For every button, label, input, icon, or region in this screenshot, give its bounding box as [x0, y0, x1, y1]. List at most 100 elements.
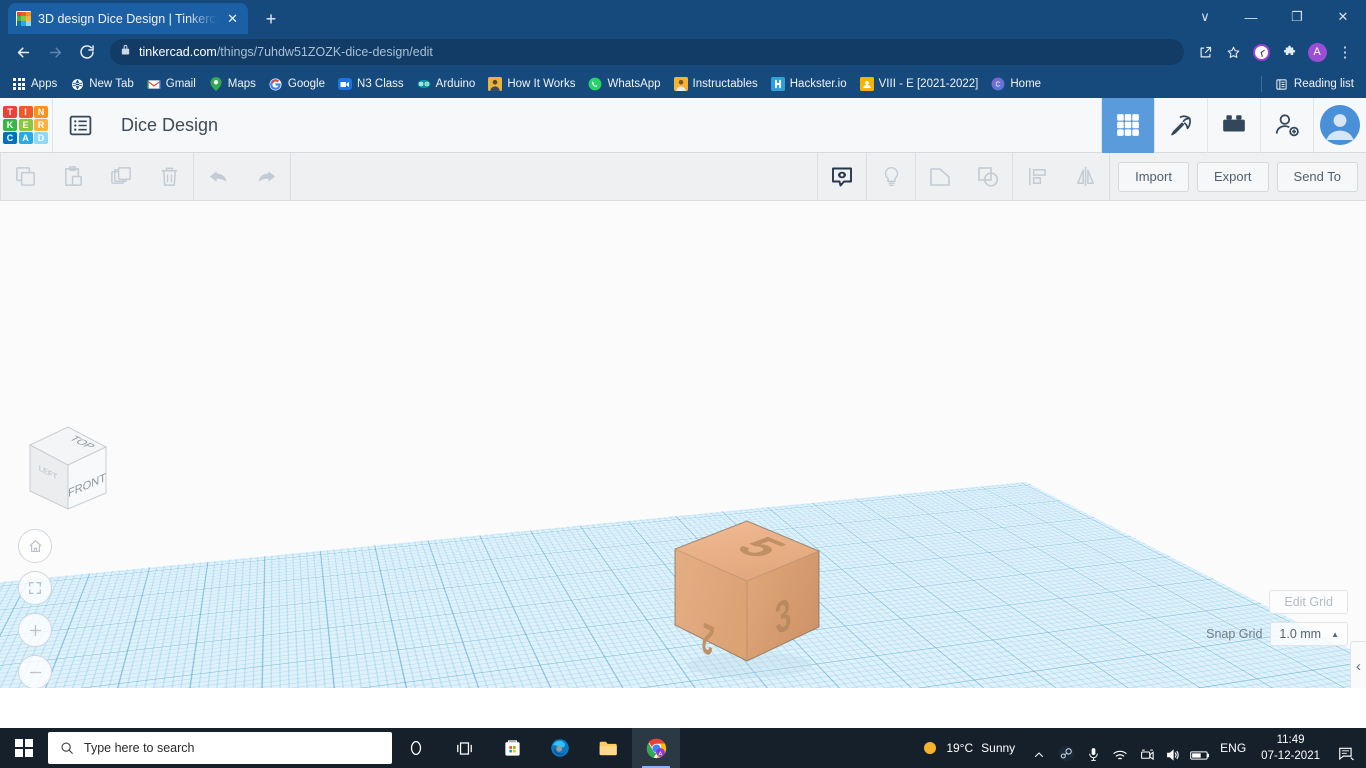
bookmark-hackster[interactable]: Hackster.io [765, 74, 853, 94]
close-icon[interactable]: ✕ [225, 10, 240, 27]
volume-icon[interactable] [1161, 728, 1185, 768]
search-tabs-icon[interactable]: ∨ [1182, 0, 1228, 34]
clock-extension-icon[interactable] [1248, 39, 1274, 65]
weather-widget[interactable]: 19°C Sunny [912, 728, 1025, 768]
import-button[interactable]: Import [1118, 161, 1189, 192]
align-button[interactable] [1013, 153, 1061, 201]
fit-view-button[interactable] [18, 571, 52, 605]
bookmark-how-it-works[interactable]: How It Works [482, 74, 581, 94]
file-explorer-icon[interactable] [584, 728, 632, 768]
task-view-icon[interactable] [440, 728, 488, 768]
cortana-icon[interactable] [392, 728, 440, 768]
url-text: tinkercad.com/things/7uhdw51ZOZK-dice-de… [139, 45, 433, 59]
bookmarks-bar: Apps New Tab Gmail Maps Google N3 Class … [0, 70, 1366, 98]
microphone-icon[interactable] [1081, 728, 1105, 768]
redo-button[interactable] [242, 153, 290, 201]
bookmark-instructables[interactable]: Instructables [668, 74, 764, 94]
bookmark-maps[interactable]: Maps [203, 74, 262, 94]
bookmark-label: Arduino [435, 78, 476, 90]
wifi-icon[interactable] [1107, 728, 1133, 768]
edit-tools-group [1, 153, 193, 201]
back-icon[interactable] [8, 37, 38, 67]
profile-avatar[interactable]: A [1304, 39, 1330, 65]
battery-icon[interactable] [1187, 728, 1213, 768]
mirror-button[interactable] [1061, 153, 1109, 201]
bookmark-label: N3 Class [357, 78, 404, 90]
3d-viewport[interactable]: 5 2 3 TOP FRONT LEFT ‹ Edit Grid Snap Gr… [0, 201, 1366, 688]
camera-icon[interactable] [1135, 728, 1159, 768]
bookmark-apps[interactable]: Apps [6, 74, 63, 94]
bookmark-google[interactable]: Google [263, 74, 331, 94]
bookmark-gmail[interactable]: Gmail [141, 74, 202, 94]
microsoft-store-icon[interactable] [488, 728, 536, 768]
close-window-icon[interactable]: ✕ [1320, 0, 1366, 34]
sidebar-item-minecraft[interactable] [1154, 97, 1207, 153]
microsoft-edge-icon[interactable] [536, 728, 584, 768]
ungroup-button[interactable] [964, 153, 1012, 201]
maximize-icon[interactable]: ❐ [1274, 0, 1320, 34]
bookmark-new-tab[interactable]: New Tab [64, 74, 140, 94]
minimize-icon[interactable]: — [1228, 0, 1274, 34]
show-hidden-icons[interactable] [1027, 728, 1051, 768]
weather-temperature: 19°C [946, 741, 974, 755]
start-button[interactable] [0, 728, 48, 768]
dice-object[interactable]: 5 2 3 [655, 513, 840, 683]
delete-button[interactable] [145, 153, 193, 201]
zoom-out-button[interactable] [18, 655, 52, 688]
clock[interactable]: 11:49 07-12-2021 [1253, 728, 1328, 768]
zoom-in-button[interactable] [18, 613, 52, 647]
search-input[interactable]: Type here to search [48, 732, 392, 764]
avatar-initial: A [1307, 42, 1327, 62]
chrome-menu-icon[interactable]: ⋮ [1332, 39, 1358, 65]
forward-icon[interactable] [40, 37, 70, 67]
reading-list-button[interactable]: Reading list [1269, 74, 1360, 94]
copy-button[interactable] [1, 153, 49, 201]
steam-icon[interactable] [1053, 728, 1079, 768]
home-view-button[interactable] [18, 529, 52, 563]
reload-icon[interactable] [72, 37, 102, 67]
send-to-button[interactable]: Send To [1276, 161, 1358, 192]
edit-grid-button[interactable]: Edit Grid [1269, 590, 1348, 614]
search-placeholder: Type here to search [84, 741, 195, 755]
home-circle-icon: C [991, 77, 1005, 91]
google-chrome-icon[interactable]: A [632, 728, 680, 768]
system-tray: 19°C Sunny ENG 11:49 07-12-2021 [912, 728, 1366, 768]
search-icon [61, 742, 73, 754]
snap-grid-select[interactable]: 1.0 mm ▲ [1270, 622, 1348, 646]
address-bar[interactable]: tinkercad.com/things/7uhdw51ZOZK-dice-de… [110, 39, 1184, 65]
extensions-puzzle-icon[interactable] [1276, 39, 1302, 65]
group-button[interactable] [916, 153, 964, 201]
view-cube[interactable]: TOP FRONT LEFT [18, 419, 114, 519]
undo-button[interactable] [194, 153, 242, 201]
collapse-right-panel[interactable]: ‹ [1350, 641, 1366, 688]
bookmarks-divider [1260, 76, 1262, 92]
lightbulb-button[interactable] [867, 153, 915, 201]
clock-time: 11:49 [1276, 733, 1305, 746]
invite-people-button[interactable] [1260, 97, 1313, 153]
bookmark-whatsapp[interactable]: WhatsApp [582, 74, 666, 94]
reading-list-icon [1275, 77, 1289, 91]
page-title[interactable]: Dice Design [107, 115, 1101, 136]
browser-tab[interactable]: 3D design Dice Design | Tinkercad ✕ [8, 3, 248, 34]
google-g-icon [269, 77, 283, 91]
hamburger-list-icon[interactable] [53, 98, 107, 153]
notes-button[interactable] [818, 153, 866, 201]
avatar[interactable] [1313, 97, 1366, 153]
sidebar-item-blocks[interactable] [1207, 97, 1260, 153]
sidebar-item-3d-design[interactable] [1101, 97, 1154, 153]
language-indicator[interactable]: ENG [1215, 728, 1251, 768]
export-button[interactable]: Export [1196, 161, 1269, 192]
notifications-icon[interactable] [1330, 728, 1362, 768]
logo-tile: A [18, 132, 33, 144]
bookmark-arduino[interactable]: Arduino [411, 74, 482, 94]
new-tab-button[interactable]: + [258, 7, 284, 31]
share-icon[interactable] [1192, 39, 1218, 65]
bookmark-viii-e[interactable]: VIII - E [2021-2022] [854, 74, 985, 94]
bookmark-n3-class[interactable]: N3 Class [332, 75, 410, 93]
duplicate-button[interactable] [97, 153, 145, 201]
snap-grid-row: Snap Grid 1.0 mm ▲ [1206, 622, 1348, 646]
tinkercad-logo[interactable]: T I N K E R C A D [0, 102, 52, 148]
bookmark-home[interactable]: C Home [985, 74, 1047, 94]
paste-button[interactable] [49, 153, 97, 201]
bookmark-star-icon[interactable] [1220, 39, 1246, 65]
